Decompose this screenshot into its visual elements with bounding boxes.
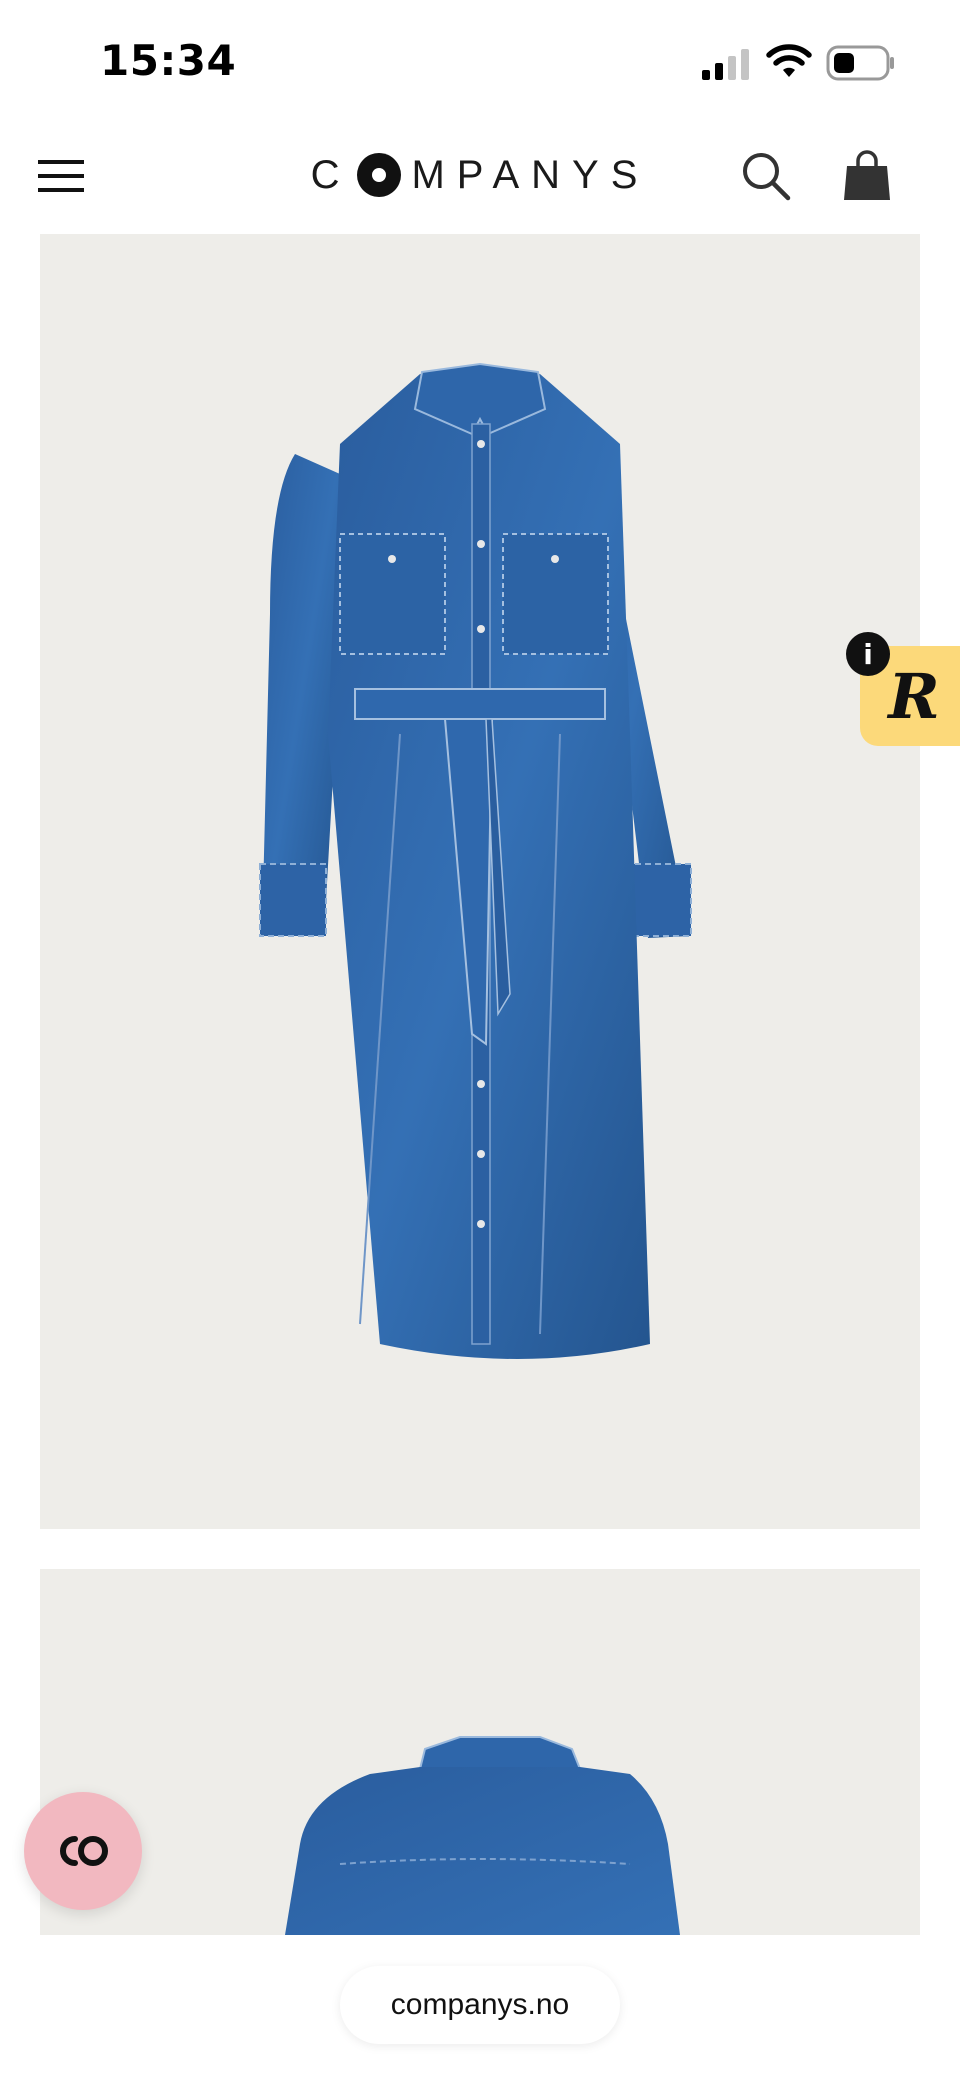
brand-letter-c: C <box>310 152 352 197</box>
status-bar: 15:34 <box>0 0 960 120</box>
wifi-icon <box>766 44 812 77</box>
product-image-front[interactable] <box>40 234 920 1529</box>
site-header: C MPANYS <box>0 130 960 220</box>
chat-button[interactable] <box>24 1792 142 1910</box>
shopping-bag-icon[interactable] <box>842 148 892 204</box>
battery-icon <box>826 45 894 81</box>
info-icon[interactable]: i <box>846 632 890 676</box>
brand-wordmark: C MPANYS <box>311 153 650 198</box>
status-time: 15:34 <box>100 36 237 85</box>
brand-o-mark <box>357 153 402 197</box>
product-image-back[interactable] <box>40 1569 920 1935</box>
url-text: companys.no <box>390 1988 570 2021</box>
search-icon[interactable] <box>740 150 792 202</box>
brand-logo[interactable]: C MPANYS <box>0 140 960 210</box>
denim-dress-front-illustration <box>259 362 692 1359</box>
r-letter-icon: R <box>888 659 940 733</box>
brand-letters-rest: MPANYS <box>411 152 650 197</box>
browser-url-bar[interactable]: companys.no <box>340 1966 620 2044</box>
cellular-signal-icon <box>702 49 749 80</box>
chat-logo-icon <box>60 1836 108 1866</box>
info-glyph: i <box>863 637 873 671</box>
denim-dress-back-illustration <box>285 1736 680 1935</box>
